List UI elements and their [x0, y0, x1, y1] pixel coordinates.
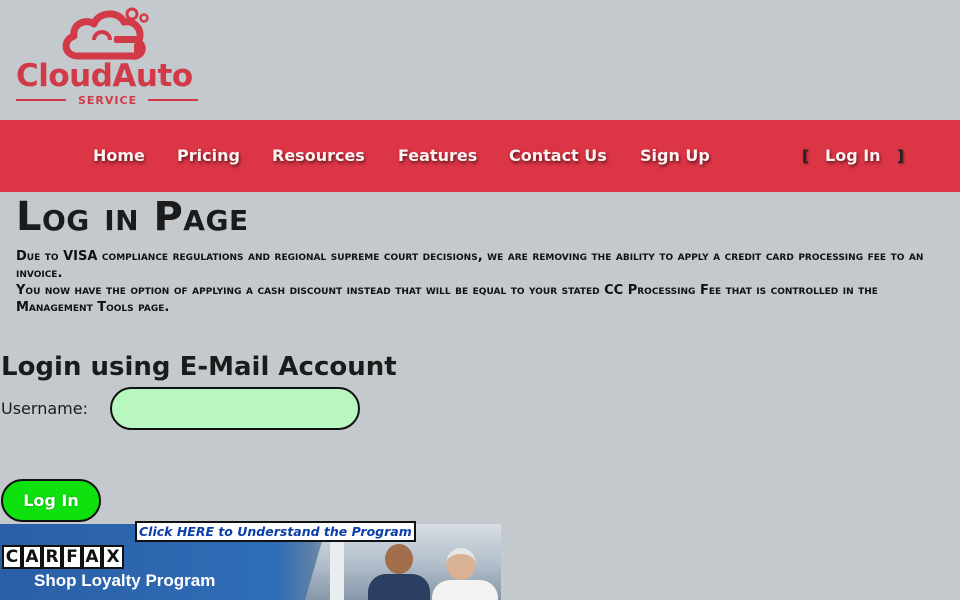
cloudauto-logo[interactable]: CloudAuto SERVICE [14, 6, 204, 110]
login-bracket-open: [ [802, 147, 809, 165]
username-input[interactable] [110, 387, 360, 430]
login-submit-button[interactable]: Log In [1, 479, 101, 522]
understand-program-link[interactable]: Click HERE to Understand the Program [135, 521, 416, 542]
nav-features[interactable]: Features [398, 146, 477, 165]
notice-line-visa: Due to VISA compliance regulations and r… [16, 249, 924, 281]
logo-subtitle-row: SERVICE [16, 94, 198, 107]
banner-title: Shop Loyalty Program [34, 571, 216, 590]
main-navbar: Home Pricing Resources Features Contact … [0, 120, 960, 192]
cloud-wrench-icon [62, 7, 149, 60]
nav-sign-up[interactable]: Sign Up [640, 146, 710, 165]
notice-line-cash-discount: You now have the option of applying a ca… [16, 283, 878, 315]
banner-customer-head [446, 548, 476, 580]
banner-technician-body [368, 574, 430, 600]
carfax-letter: A [22, 545, 42, 569]
nav-contact-us[interactable]: Contact Us [509, 146, 607, 165]
carfax-letter-x: X [102, 545, 124, 569]
login-heading: Login using E-Mail Account [1, 352, 397, 382]
logo-subtitle: SERVICE [78, 94, 138, 107]
compliance-notice: Due to VISA compliance regulations and r… [16, 248, 946, 316]
nav-resources[interactable]: Resources [272, 146, 365, 165]
logo-wordmark: CloudAuto [16, 58, 193, 94]
carfax-letter: R [42, 545, 62, 569]
login-bracket-close: ] [897, 147, 904, 165]
nav-home[interactable]: Home [93, 146, 145, 165]
carfax-letter: C [2, 545, 22, 569]
banner-technician-head [385, 544, 413, 574]
nav-pricing[interactable]: Pricing [177, 146, 240, 165]
nav-log-in[interactable]: Log In [825, 146, 881, 165]
page-title: Log in Page [16, 194, 249, 240]
carfax-letter: F [62, 545, 82, 569]
carfax-letter: A [82, 545, 102, 569]
logo-divider-right [148, 99, 198, 101]
carfax-logo: C A R F A X [2, 545, 126, 569]
logo-divider-left [16, 99, 66, 101]
username-label: Username: [1, 399, 88, 418]
site-header: CloudAuto SERVICE [0, 0, 960, 120]
banner-customer-body [432, 580, 498, 600]
